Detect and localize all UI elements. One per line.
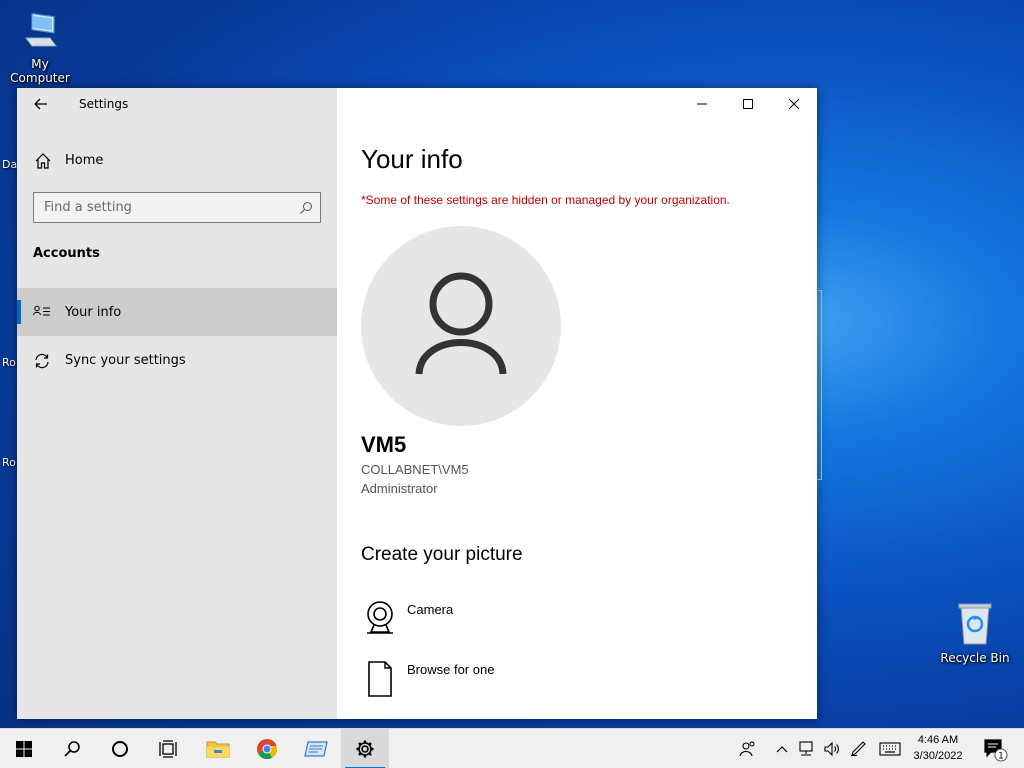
back-arrow-icon xyxy=(34,98,47,110)
show-hidden-icons-button[interactable] xyxy=(772,729,792,768)
nav-section-heading: Accounts xyxy=(33,246,100,261)
network-button[interactable] xyxy=(794,729,818,768)
window-title: Settings xyxy=(79,97,129,111)
close-button[interactable] xyxy=(771,88,817,120)
chrome-button[interactable] xyxy=(243,729,291,768)
chrome-icon xyxy=(257,739,278,760)
search-box[interactable] xyxy=(33,192,321,223)
minimize-button[interactable] xyxy=(679,88,725,120)
user-silhouette-icon xyxy=(415,272,507,375)
desktop-edge-label[interactable]: Da xyxy=(2,158,17,171)
file-explorer-button[interactable] xyxy=(194,729,242,768)
task-view-icon xyxy=(159,740,177,758)
user-display-name: VM5 xyxy=(361,432,407,457)
avatar xyxy=(361,226,561,426)
computer-icon xyxy=(0,8,80,55)
search-icon[interactable] xyxy=(299,200,313,219)
window-controls xyxy=(679,88,817,120)
my-computer-label: My Computer xyxy=(10,57,70,85)
people-button[interactable] xyxy=(734,729,762,768)
nav-item-label: Your info xyxy=(65,305,122,320)
browse-option-label: Browse for one xyxy=(407,662,495,677)
pen-workspace-button[interactable] xyxy=(846,729,870,768)
close-icon xyxy=(788,98,800,110)
maximize-button[interactable] xyxy=(725,88,771,120)
back-button[interactable] xyxy=(31,94,53,114)
title-bar: Settings xyxy=(17,88,337,120)
pen-icon xyxy=(850,741,866,757)
desktop-edge-label[interactable]: Ro xyxy=(2,456,16,469)
nav-home[interactable]: Home xyxy=(17,146,337,176)
contact-card-icon xyxy=(33,304,51,323)
action-center-button[interactable]: 1 xyxy=(978,729,1012,768)
file-icon xyxy=(363,660,397,702)
settings-window: Settings Home Accounts xyxy=(17,88,817,719)
my-computer-desktop-icon[interactable]: My Computer xyxy=(0,8,80,85)
chevron-up-icon xyxy=(776,746,788,753)
volume-button[interactable] xyxy=(820,729,844,768)
people-icon xyxy=(739,741,755,757)
recycle-bin-desktop-icon[interactable]: Recycle Bin xyxy=(938,600,1012,665)
minimize-icon xyxy=(697,103,707,105)
network-icon xyxy=(799,741,813,756)
page-title: Your info xyxy=(361,144,463,174)
server-manager-icon xyxy=(304,741,328,757)
settings-nav-pane: Settings Home Accounts xyxy=(17,88,337,719)
search-input[interactable] xyxy=(34,193,274,221)
settings-taskbar-button[interactable] xyxy=(341,729,389,768)
keyboard-icon xyxy=(879,742,901,756)
camera-icon xyxy=(363,600,397,642)
cortana-button[interactable] xyxy=(96,729,144,768)
folder-icon xyxy=(206,741,230,758)
clock-time: 4:46 AM xyxy=(917,734,959,746)
cortana-circle-icon xyxy=(112,741,128,757)
server-manager-button[interactable] xyxy=(292,729,340,768)
user-role: Administrator xyxy=(361,481,438,496)
clock-date: 3/30/2022 xyxy=(913,750,963,762)
task-view-button[interactable] xyxy=(144,729,192,768)
nav-item-your-info[interactable]: Your info xyxy=(17,288,337,336)
create-picture-heading: Create your picture xyxy=(361,544,523,565)
speaker-icon xyxy=(824,741,839,757)
taskbar-clock[interactable]: 4:46 AM 3/30/2022 xyxy=(906,732,970,764)
recycle-bin-label: Recycle Bin xyxy=(940,651,1010,665)
notification-count: 1 xyxy=(998,752,1004,762)
org-managed-notice: *Some of these settings are hidden or ma… xyxy=(361,193,730,207)
nav-item-sync-settings[interactable]: Sync your settings xyxy=(17,336,337,384)
taskbar-search-button[interactable] xyxy=(48,729,96,768)
gear-icon xyxy=(356,740,374,758)
notifications-icon: 1 xyxy=(984,739,1008,762)
home-icon xyxy=(34,152,52,174)
browse-option[interactable]: Browse for one xyxy=(361,660,661,704)
search-icon xyxy=(64,741,80,757)
windows-logo-icon xyxy=(16,741,32,757)
nav-home-label: Home xyxy=(65,153,104,168)
maximize-icon xyxy=(743,99,753,109)
camera-option[interactable]: Camera xyxy=(361,600,661,644)
touch-keyboard-button[interactable] xyxy=(876,729,904,768)
settings-content-pane: Your info *Some of these settings are hi… xyxy=(337,88,817,719)
nav-item-label: Sync your settings xyxy=(65,353,186,368)
camera-option-label: Camera xyxy=(407,602,454,617)
sync-icon xyxy=(33,352,51,374)
start-button[interactable] xyxy=(0,729,48,768)
taskbar: 4:46 AM 3/30/2022 1 xyxy=(0,728,1024,768)
user-domain-account: COLLABNET\VM5 xyxy=(361,462,469,477)
recycle-bin-icon xyxy=(938,600,1012,649)
desktop-edge-label[interactable]: Ro xyxy=(2,356,16,369)
